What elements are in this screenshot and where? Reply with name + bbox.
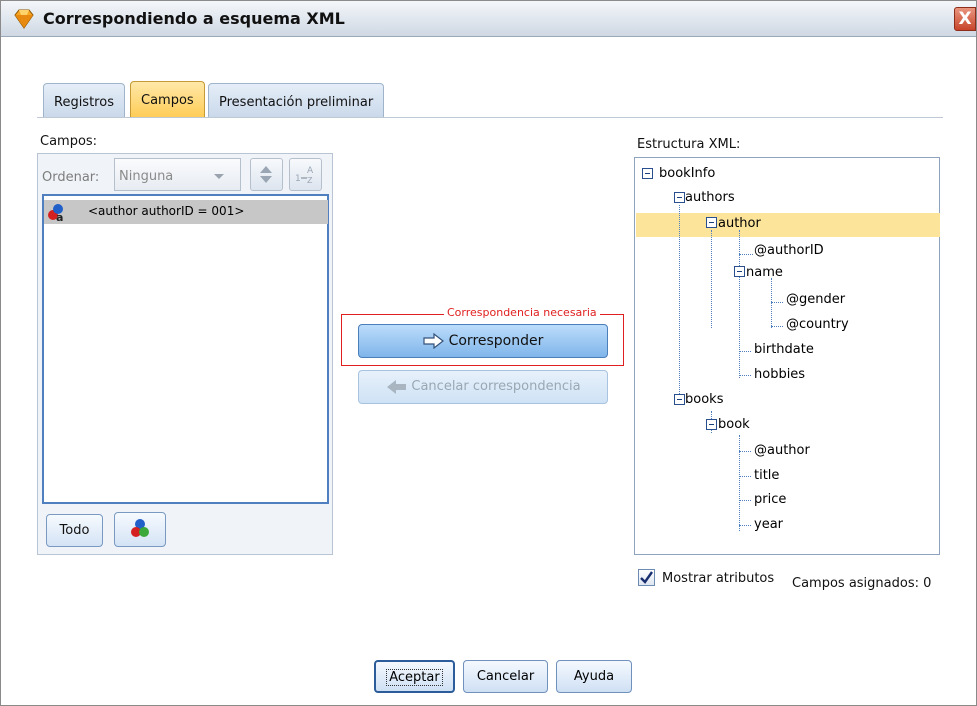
- tree-node-book[interactable]: book: [718, 413, 750, 437]
- selected-row-highlight: [636, 213, 940, 237]
- svg-text:a: a: [56, 211, 63, 222]
- sort-updown-icon: [260, 166, 272, 183]
- tree-connector: [739, 375, 751, 376]
- unmap-button-label: Cancelar correspondencia: [411, 379, 581, 394]
- tree-node-country[interactable]: @country: [786, 313, 849, 337]
- tree-node-author[interactable]: author: [718, 212, 761, 236]
- field-item-label: <author authorID = 001>: [88, 204, 245, 218]
- arrow-right-icon: [422, 333, 444, 349]
- tree-node-title[interactable]: title: [754, 464, 779, 488]
- ok-button-label: Aceptar: [386, 669, 443, 686]
- show-attributes-checkbox[interactable]: [638, 569, 655, 586]
- tree-node-year[interactable]: year: [754, 513, 783, 537]
- tree-node-price[interactable]: price: [754, 488, 786, 512]
- tree-connector: [739, 254, 753, 255]
- checkmark-icon: [640, 571, 653, 584]
- tree-node-books[interactable]: books: [685, 388, 723, 412]
- fields-panel: Ordenar: Ninguna 1 A Z a <author authorI…: [37, 153, 333, 555]
- tree-connector: [739, 351, 751, 352]
- chevron-down-icon: [214, 174, 224, 179]
- tree-connector: [739, 435, 740, 531]
- collapse-icon[interactable]: [706, 419, 717, 430]
- tree-node-hobbies[interactable]: hobbies: [754, 363, 805, 387]
- svg-text:Z: Z: [307, 176, 313, 185]
- tree-connector: [771, 278, 772, 328]
- collapse-icon[interactable]: [674, 192, 685, 203]
- assigned-fields-count: Campos asignados: 0: [792, 576, 932, 591]
- collapse-icon[interactable]: [706, 217, 717, 228]
- collapse-icon[interactable]: [734, 266, 745, 277]
- field-type-filter-button[interactable]: [114, 512, 166, 547]
- arrow-left-icon: [387, 379, 407, 394]
- tree-connector: [739, 476, 751, 477]
- tree-connector: [679, 205, 680, 400]
- collapse-icon[interactable]: [674, 394, 685, 405]
- select-all-button[interactable]: Todo: [46, 514, 103, 547]
- unmap-button[interactable]: Cancelar correspondencia: [358, 370, 608, 404]
- fields-label: Campos:: [40, 134, 98, 149]
- collapse-icon[interactable]: [642, 168, 653, 179]
- map-button-label: Corresponder: [448, 333, 544, 349]
- sort-direction-button[interactable]: [250, 158, 283, 191]
- set-field-icon: a: [48, 204, 63, 222]
- tree-node-author-attr[interactable]: @author: [754, 439, 810, 463]
- tree-connector: [771, 302, 783, 303]
- sort-order-button[interactable]: 1 A Z: [289, 158, 322, 191]
- svg-text:1: 1: [295, 174, 301, 184]
- tree-node-gender[interactable]: @gender: [786, 288, 845, 312]
- list-item[interactable]: a <author authorID = 001>: [44, 200, 328, 224]
- sort-toolbar: Ordenar: Ninguna 1 A Z: [38, 154, 332, 196]
- xml-mapping-dialog: Correspondiendo a esquema XML X Registro…: [0, 0, 977, 706]
- field-type-filter-icon: [131, 519, 149, 537]
- tree-connector: [739, 451, 751, 452]
- tab-presentacion-preliminar[interactable]: Presentación preliminar: [208, 83, 385, 118]
- tab-campos[interactable]: Campos: [130, 81, 205, 118]
- app-diamond-icon: [14, 9, 34, 29]
- tree-node-name[interactable]: name: [746, 261, 783, 285]
- close-button[interactable]: X: [954, 7, 976, 31]
- sort-select-value: Ninguna: [119, 169, 174, 184]
- ok-button[interactable]: Aceptar: [374, 660, 455, 693]
- sort-numeric-icon: 1 A Z: [295, 166, 314, 185]
- tree-node-authorid[interactable]: @authorID: [754, 239, 824, 263]
- tree-node-authors[interactable]: authors: [685, 186, 735, 210]
- xml-structure-label: Estructura XML:: [637, 137, 741, 152]
- tree-connector: [711, 230, 712, 328]
- tab-strip-line: [37, 117, 943, 118]
- svg-text:A: A: [307, 166, 314, 176]
- tree-node-bookinfo[interactable]: bookInfo: [659, 162, 715, 186]
- field-list[interactable]: a <author authorID = 001>: [42, 194, 329, 504]
- tree-connector: [739, 500, 751, 501]
- required-mapping-label: Correspondencia necesaria: [444, 306, 600, 319]
- tree-connector: [771, 326, 783, 327]
- cancel-button[interactable]: Cancelar: [463, 660, 548, 693]
- window-title: Correspondiendo a esquema XML: [43, 9, 345, 28]
- show-attributes-label[interactable]: Mostrar atributos: [662, 571, 774, 586]
- help-button[interactable]: Ayuda: [556, 660, 632, 693]
- map-button[interactable]: Corresponder: [358, 324, 608, 358]
- tree-connector: [739, 525, 751, 526]
- sort-select[interactable]: Ninguna: [114, 158, 241, 191]
- sort-label: Ordenar:: [42, 170, 100, 185]
- tree-node-birthdate[interactable]: birthdate: [754, 338, 814, 362]
- tree-connector: [739, 230, 740, 378]
- xml-structure-tree[interactable]: bookInfo authors author @authorID name @…: [634, 157, 940, 555]
- title-bar: Correspondiendo a esquema XML X: [1, 1, 976, 37]
- tab-registros[interactable]: Registros: [43, 83, 125, 118]
